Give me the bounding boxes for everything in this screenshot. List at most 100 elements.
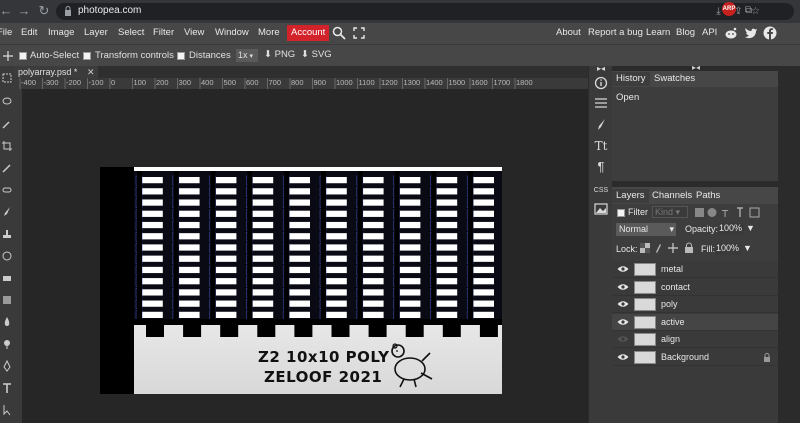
forward-arrow-icon[interactable]: → [16,3,32,19]
address-bar[interactable]: photopea.com ⤓ ⇪ ☆ [56,3,794,20]
auto-select-checkbox[interactable] [19,52,27,60]
gradient-tool-icon[interactable] [1,294,13,306]
image-panel-icon[interactable] [593,202,609,216]
history-item[interactable]: Open [616,92,639,103]
canvas-area[interactable]: Z2 10x10 POLY ZELOOF 2021 [22,89,588,423]
filter-checkbox[interactable] [617,209,625,217]
eyedropper-icon[interactable] [1,162,13,174]
report-bug-link[interactable]: Report a bug [588,27,643,38]
brush-settings-icon[interactable] [593,118,609,132]
crop-tool-icon[interactable] [1,140,13,152]
learn-link[interactable]: Learn [646,27,670,38]
back-arrow-icon[interactable]: ← [0,3,14,19]
move-tool-icon[interactable] [2,50,14,62]
layer-row[interactable]: Background [612,349,778,366]
css-panel-icon[interactable]: CSS [593,184,609,198]
blend-mode-select[interactable]: Normal ▾ [616,223,676,236]
path-select-icon[interactable] [1,404,13,416]
blur-tool-icon[interactable] [1,316,13,328]
document-background: Z2 10x10 POLY ZELOOF 2021 [134,167,502,394]
blog-link[interactable]: Blog [676,27,695,38]
ruler-label: 200 [156,78,169,87]
layer-row[interactable]: poly [612,296,778,313]
collapse-arrows-icon[interactable]: ▸◂ [593,62,609,76]
search-icon[interactable] [332,26,346,40]
layer-row[interactable]: contact [612,279,778,296]
kind-select[interactable]: Kind ▾ [652,206,688,218]
pen-tool-icon[interactable] [1,360,13,372]
layer-name: metal [661,264,684,274]
menu-image[interactable]: Image [48,27,74,38]
visibility-eye-icon[interactable] [617,283,629,291]
twitter-icon[interactable] [744,26,758,40]
fullscreen-icon[interactable] [353,27,365,39]
transform-controls-checkbox[interactable] [83,52,91,60]
about-link[interactable]: About [556,27,581,38]
dodge-tool-icon[interactable] [1,338,13,350]
character-panel-icon[interactable]: Tt [593,139,609,153]
profile-avatar[interactable]: ARP [722,2,736,16]
scale-select[interactable]: 1x ▾ [236,49,258,62]
lasso-tool-icon[interactable] [1,96,13,108]
layer-row[interactable]: align [612,331,778,348]
distances-label: Distances [189,50,231,61]
layer-row[interactable]: active [612,313,778,331]
tab-layers[interactable]: Layers [612,189,649,203]
menu-view[interactable]: View [184,27,204,38]
export-svg-button[interactable]: ⬇ SVG [301,49,332,63]
brush-tool-icon[interactable] [1,206,13,218]
marquee-tool-icon[interactable] [1,72,13,84]
export-png-button[interactable]: ⬇ PNG [264,49,295,63]
tab-history[interactable]: History [612,72,650,86]
type-tool-icon[interactable] [1,382,13,394]
visibility-eye-icon[interactable] [617,353,629,361]
visibility-eye-icon[interactable] [617,300,629,308]
document-tab[interactable]: polyarray.psd * ✕ [14,66,98,78]
account-button[interactable]: Account [287,25,330,41]
horizontal-ruler: -400 -300 -200 -100 0 100 200 300 400 500 600 700 80… [14,78,588,89]
lock-icon [65,6,71,16]
tab-swatches[interactable]: Swatches [650,72,699,86]
layers-panel: Layers Channels Paths Filter Kind ▾ T No… [612,187,778,423]
reddit-icon[interactable] [724,26,738,40]
distances-checkbox[interactable] [177,52,185,60]
menu-window[interactable]: Window [215,27,249,38]
layer-name: poly [661,299,678,309]
menu-filter[interactable]: Filter [153,27,174,38]
healing-brush-icon[interactable] [1,184,13,196]
ruler-label: 400 [201,78,214,87]
layer-filter-type-icons[interactable]: T [694,207,770,218]
tab-paths[interactable]: Paths [692,189,724,203]
adjustments-icon[interactable] [593,96,609,110]
opacity-dropdown-icon[interactable]: ▼ [746,223,755,233]
menu-edit[interactable]: Edit [21,27,37,38]
fill-input[interactable]: 100% [715,243,741,255]
ruler-label: 1600 [471,78,488,87]
lock-options-icons[interactable] [639,242,697,254]
menu-file[interactable]: File [0,27,12,38]
tab-channels[interactable]: Channels [648,189,696,203]
eraser-tool-icon[interactable] [1,272,13,284]
menu-more[interactable]: More [258,27,280,38]
facebook-icon[interactable] [763,26,777,40]
layer-row[interactable]: metal [612,261,778,278]
document-canvas[interactable]: Z2 10x10 POLY ZELOOF 2021 [100,167,502,394]
paragraph-panel-icon[interactable]: ¶ [593,160,609,174]
visibility-eye-icon[interactable] [617,318,629,326]
close-icon[interactable]: ✕ [87,66,95,78]
auto-select-label: Auto-Select [30,50,80,61]
fill-dropdown-icon[interactable]: ▼ [743,243,752,253]
menu-layer[interactable]: Layer [84,27,108,38]
layer-name: align [661,334,681,344]
extension-icon[interactable]: ⧉ [742,4,755,17]
visibility-eye-icon[interactable] [617,335,629,343]
reload-icon[interactable]: ↻ [36,3,52,19]
api-link[interactable]: API [702,27,717,38]
menu-select[interactable]: Select [118,27,144,38]
info-icon[interactable] [593,76,609,90]
magic-wand-icon[interactable] [1,118,13,130]
visibility-eye-icon[interactable] [617,265,629,273]
history-brush-icon[interactable] [1,250,13,262]
opacity-input[interactable]: 100% [718,223,744,235]
stamp-tool-icon[interactable] [1,228,13,240]
